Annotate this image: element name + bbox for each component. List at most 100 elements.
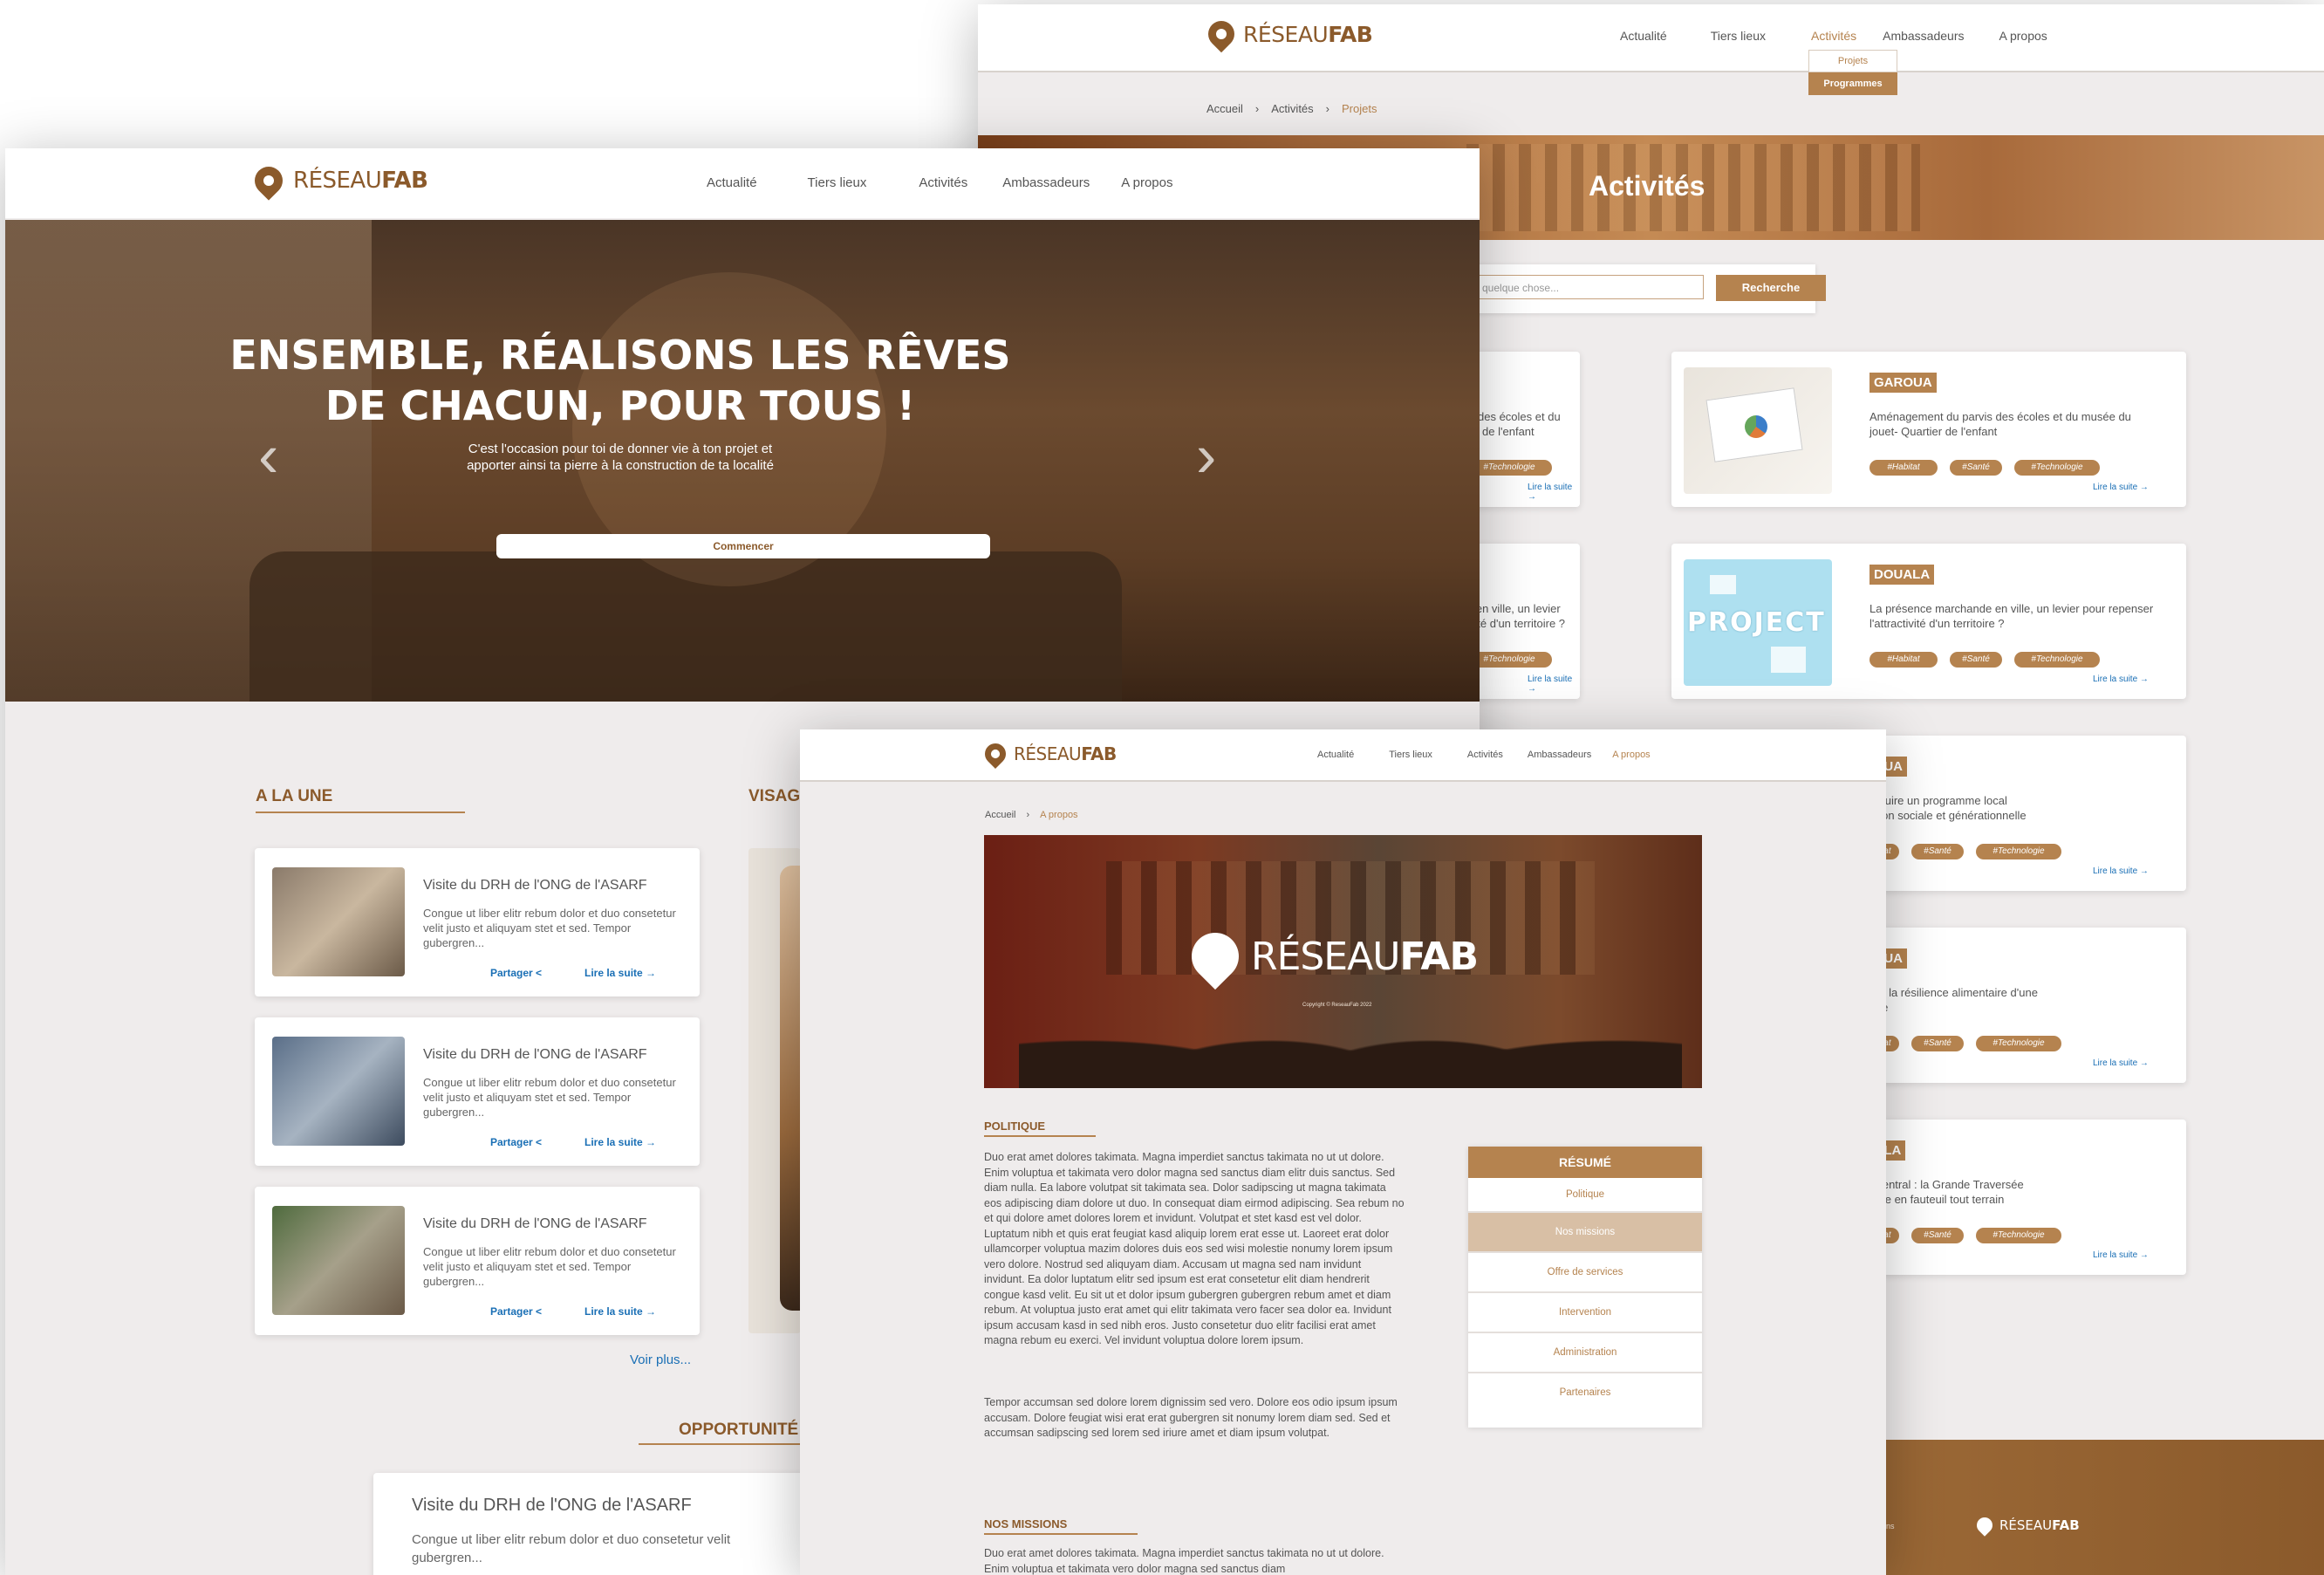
nav-a-propos[interactable]: A propos	[1999, 29, 2047, 43]
read-more-link[interactable]: Lire la suite →	[584, 1305, 656, 1318]
project-card[interactable]: GAROUA Aménagement du parvis des écoles …	[1671, 352, 2186, 507]
arrow-right-icon: →	[2139, 1250, 2149, 1260]
read-more-link[interactable]: Lire la suite →	[2093, 866, 2149, 876]
copyright: Copyright © ReseauFab 2022	[1302, 1003, 1372, 1008]
project-thumbnail: PROJECT	[1684, 559, 1832, 686]
nav-activites[interactable]: Activités	[1811, 29, 1856, 43]
share-button[interactable]: Partager <	[490, 967, 542, 979]
nav-a-propos[interactable]: A propos	[1121, 175, 1172, 190]
project-card[interactable]: AROUA nforcer la résilience alimentaire …	[1850, 928, 2186, 1083]
logo-text-bold: FAB	[1399, 934, 1479, 979]
logo[interactable]: RÉSEAUFAB	[249, 161, 428, 201]
arrow-right-icon: →	[2139, 866, 2149, 876]
tag-habitat[interactable]: #Habitat	[1869, 652, 1938, 668]
hero-subtitle-1: C'est l'occasion pour toi de donner vie …	[468, 442, 773, 456]
dropdown-item-projets[interactable]: Projets	[1808, 50, 1897, 72]
tag-habitat[interactable]: #Habitat	[1869, 460, 1938, 476]
tag-sante[interactable]: #Santé	[1911, 844, 1964, 859]
project-card[interactable]: OUALA assif central : la Grande Traversé…	[1850, 1120, 2186, 1275]
news-card[interactable]: Visite du DRH de l'ONG de l'ASARF Congue…	[255, 1017, 700, 1166]
read-more-link[interactable]: Lire la suite →	[2093, 483, 2149, 492]
resume-item-administration[interactable]: Administration	[1468, 1333, 1702, 1373]
search-button[interactable]: Recherche	[1716, 275, 1826, 301]
read-more-link[interactable]: Lire la suite →	[2093, 1058, 2149, 1068]
logo-pin-icon	[981, 739, 1010, 769]
card-text: nforcer la résilience alimentaire d'une …	[1850, 986, 2038, 1014]
resume-item-partenaires[interactable]: Partenaires	[1468, 1373, 1702, 1412]
tag-technologie[interactable]: #Technologie	[2014, 652, 2100, 668]
arrow-right-icon: →	[646, 1136, 657, 1148]
logo-pin-icon	[1181, 922, 1249, 990]
arrow-right-icon: →	[2139, 1058, 2149, 1068]
logo-text: RÉSEAU	[1251, 934, 1400, 979]
tag-technologie[interactable]: #Technologie	[1976, 844, 2061, 859]
chevron-right-icon: ›	[1254, 102, 1260, 115]
nav-a-propos[interactable]: A propos	[1612, 750, 1650, 760]
tag-sante[interactable]: #Santé	[1911, 1228, 1964, 1243]
nav-actualite[interactable]: Actualité	[1620, 29, 1667, 43]
tag-technologie[interactable]: #Technologie	[1976, 1036, 2061, 1051]
opportunity-title: Visite du DRH de l'ONG de l'ASARF	[412, 1496, 692, 1515]
section-underline	[256, 811, 465, 813]
breadcrumb-a-propos[interactable]: A propos	[1040, 810, 1077, 820]
share-button[interactable]: Partager <	[490, 1305, 542, 1318]
resume-header: RÉSUMÉ	[1468, 1147, 1702, 1178]
card-text: assif central : la Grande Traversée cess…	[1850, 1178, 2024, 1206]
read-more-link[interactable]: Lire la suite →	[1528, 483, 1580, 502]
resume-item-intervention[interactable]: Intervention	[1468, 1293, 1702, 1333]
nav-ambassadeurs[interactable]: Ambassadeurs	[1002, 175, 1090, 190]
breadcrumb-projets[interactable]: Projets	[1342, 102, 1377, 115]
tag-sante[interactable]: #Santé	[1950, 652, 2002, 668]
nav-tiers-lieux[interactable]: Tiers lieux	[1711, 29, 1766, 43]
search-input[interactable]: e quelque chose...	[1466, 275, 1704, 299]
breadcrumb-accueil[interactable]: Accueil	[1206, 102, 1243, 115]
read-more-link[interactable]: Lire la suite →	[584, 967, 656, 979]
carousel-prev-icon[interactable]: ‹	[258, 425, 278, 486]
resume-item-politique[interactable]: Politique	[1468, 1178, 1702, 1213]
breadcrumb-accueil[interactable]: Accueil	[985, 810, 1015, 820]
nav-actualite[interactable]: Actualité	[707, 175, 757, 190]
resume-item-nos-missions[interactable]: Nos missions	[1468, 1213, 1702, 1253]
nav-tiers-lieux[interactable]: Tiers lieux	[808, 175, 867, 190]
about-header: RÉSEAUFAB Actualité Tiers lieux Activité…	[800, 729, 1886, 782]
resume-menu: RÉSUMÉ Politique Nos missions Offre de s…	[1468, 1147, 1702, 1428]
news-card[interactable]: Visite du DRH de l'ONG de l'ASARF Congue…	[255, 848, 700, 996]
tag-sante[interactable]: #Santé	[1950, 460, 2002, 476]
logo[interactable]: RÉSEAUFAB	[981, 739, 1117, 769]
nav-ambassadeurs[interactable]: Ambassadeurs	[1528, 750, 1591, 760]
hero-logo: RÉSEAUFAB	[1181, 922, 1479, 990]
share-button[interactable]: Partager <	[490, 1136, 542, 1148]
dropdown-item-programmes[interactable]: Programmes	[1808, 72, 1897, 95]
resume-item-offre-de-services[interactable]: Offre de services	[1468, 1253, 1702, 1293]
project-card-left-2[interactable]: e en ville, un levier ivité d'un territo…	[1466, 544, 1580, 699]
project-card-left-1[interactable]: is des écoles et du ier de l'enfant #Tec…	[1466, 352, 1580, 507]
banner-title: Activités	[1589, 170, 1705, 202]
hero-cta-button[interactable]: Commencer	[496, 534, 990, 558]
nav-activites[interactable]: Activités	[919, 175, 967, 190]
tag-row: #Habitat #Santé #Technologie	[1869, 652, 2100, 668]
breadcrumb-activites[interactable]: Activités	[1271, 102, 1313, 115]
tag-sante[interactable]: #Santé	[1911, 1036, 1964, 1051]
read-more-link[interactable]: Lire la suite →	[584, 1136, 656, 1148]
nav-tiers-lieux[interactable]: Tiers lieux	[1389, 750, 1432, 760]
nav-actualite[interactable]: Actualité	[1317, 750, 1354, 760]
news-thumbnail	[272, 867, 405, 976]
project-card[interactable]: AROUA -construire un programme local inc…	[1850, 736, 2186, 891]
read-more-link[interactable]: Lire la suite →	[2093, 675, 2149, 684]
read-more-link[interactable]: Lire la suite →	[1528, 675, 1580, 694]
tag-technologie[interactable]: #Technologie	[1976, 1228, 2061, 1243]
carousel-next-icon[interactable]: ›	[1196, 425, 1216, 486]
logo-text: RÉSEAU	[1014, 743, 1082, 764]
tag-technologie[interactable]: #Technologie	[2014, 460, 2100, 476]
read-more-link[interactable]: Lire la suite →	[2093, 1250, 2149, 1260]
opportunity-card[interactable]: Visite du DRH de l'ONG de l'ASARF Congue…	[373, 1473, 827, 1575]
logo[interactable]: RÉSEAUFAB	[1202, 15, 1373, 53]
nav-activites[interactable]: Activités	[1467, 750, 1503, 760]
footer-logo[interactable]: RÉSEAUFAB	[1973, 1514, 2080, 1537]
project-card[interactable]: PROJECT DOUALA La présence marchande en …	[1671, 544, 2186, 699]
news-title: Visite du DRH de l'ONG de l'ASARF	[423, 1047, 647, 1062]
news-card[interactable]: Visite du DRH de l'ONG de l'ASARF Congue…	[255, 1187, 700, 1335]
hero-carousel: ENSEMBLE, RÉALISONS LES RÊVES DE CHACUN,…	[5, 220, 1480, 702]
nav-ambassadeurs[interactable]: Ambassadeurs	[1883, 29, 1964, 43]
see-more-link[interactable]: Voir plus...	[630, 1352, 691, 1367]
